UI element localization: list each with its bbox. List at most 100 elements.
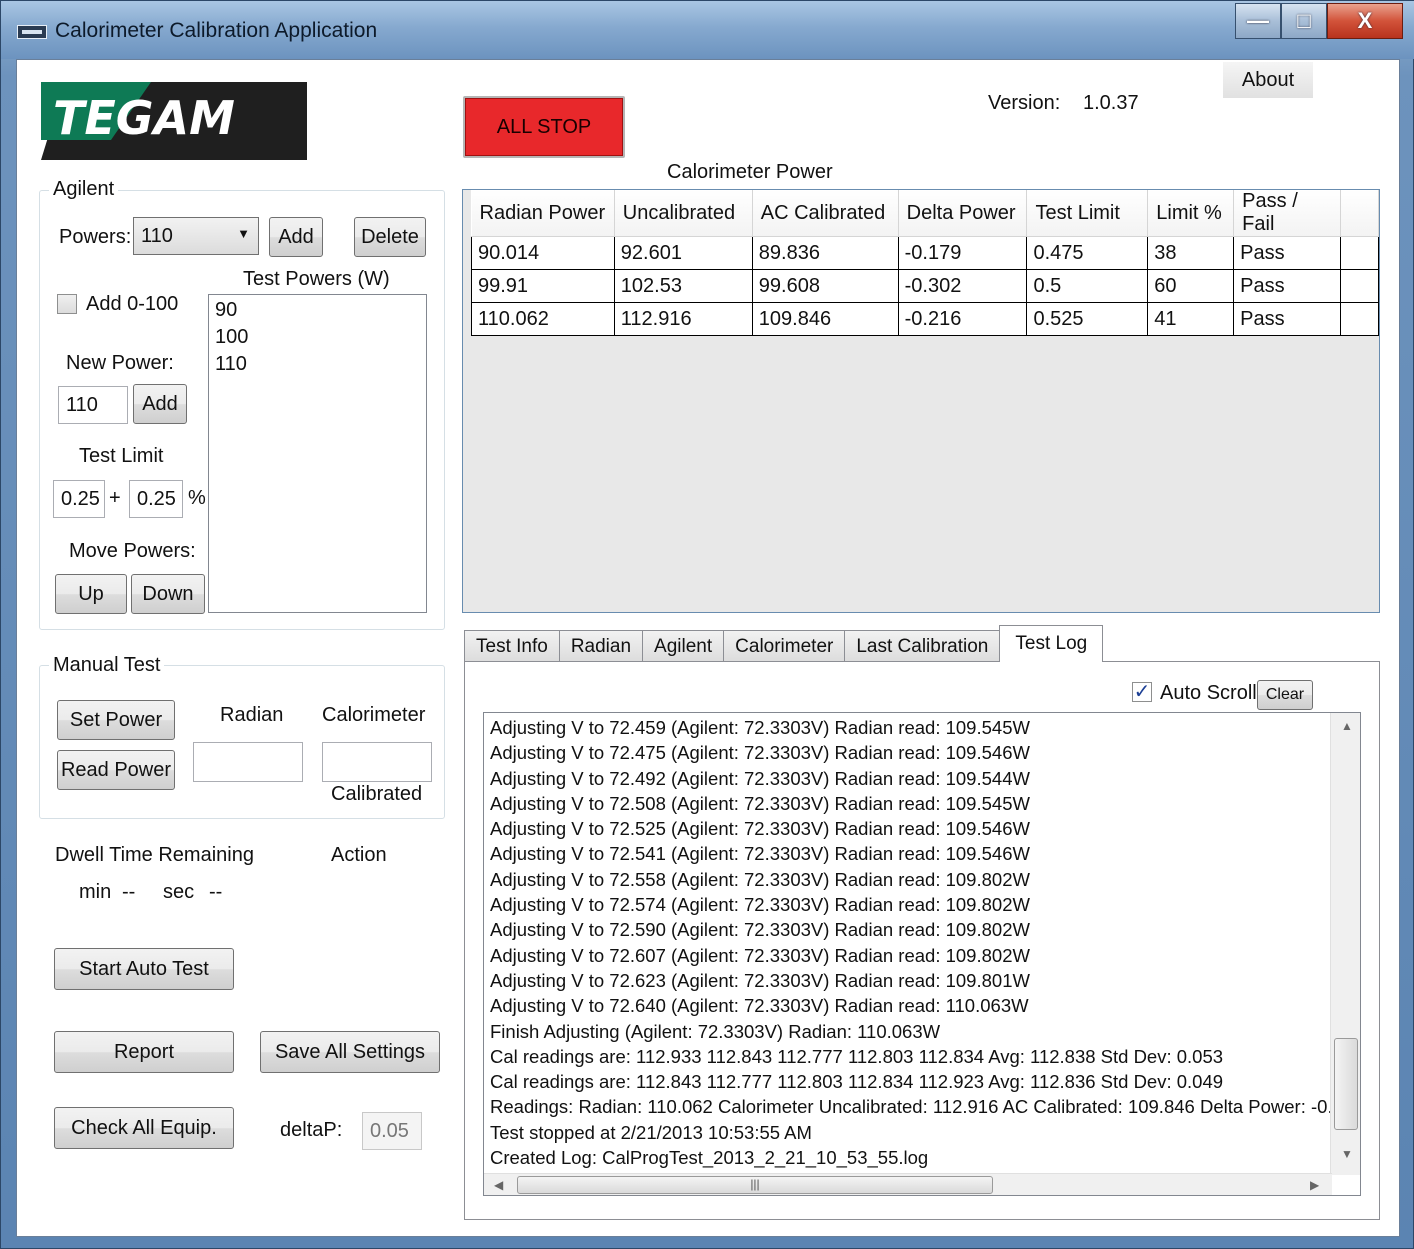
log-line: Finish Adjusting (Agilent: 72.3303V) Rad… bbox=[490, 1020, 941, 1042]
radian-label: Radian bbox=[220, 704, 284, 726]
column-header[interactable]: Test Limit bbox=[1026, 190, 1149, 237]
save-all-settings-button[interactable]: Save All Settings bbox=[260, 1031, 440, 1073]
checkmark-icon: ✓ bbox=[1133, 681, 1151, 703]
tab-test-log[interactable]: Test Log bbox=[999, 625, 1104, 662]
log-line: Readings: Radian: 110.062 Calorimeter Un… bbox=[490, 1096, 1330, 1118]
report-button[interactable]: Report bbox=[54, 1031, 234, 1073]
cell-uncalibrated[interactable]: 92.601 bbox=[613, 236, 753, 270]
plus-label: + bbox=[109, 487, 121, 509]
maximize-button[interactable]: □ bbox=[1281, 3, 1327, 39]
list-item[interactable]: 110 bbox=[215, 351, 420, 378]
move-down-button[interactable]: Down bbox=[131, 574, 205, 614]
calorimeter-reading-field[interactable] bbox=[322, 742, 432, 782]
about-button[interactable]: About bbox=[1223, 62, 1313, 98]
scroll-right-icon[interactable]: ▶ bbox=[1310, 1178, 1319, 1192]
new-power-add-button[interactable]: Add bbox=[133, 384, 187, 424]
column-header[interactable]: Delta Power bbox=[898, 190, 1028, 237]
all-stop-button[interactable]: ALL STOP bbox=[463, 96, 625, 158]
calorimeter-power-grid[interactable]: Radian Power Uncalibrated AC Calibrated … bbox=[462, 189, 1380, 613]
cell-test-limit[interactable]: 0.5 bbox=[1026, 269, 1149, 303]
tab-radian[interactable]: Radian bbox=[558, 630, 644, 662]
log-line: Adjusting V to 72.640 (Agilent: 72.3303V… bbox=[490, 995, 1029, 1017]
cell-limit-percent[interactable]: 60 bbox=[1147, 269, 1235, 303]
column-header[interactable]: Radian Power bbox=[471, 190, 615, 237]
calorimeter-power-title: Calorimeter Power bbox=[667, 161, 833, 183]
cell-uncalibrated[interactable]: 102.53 bbox=[613, 269, 753, 303]
close-button[interactable]: X bbox=[1327, 3, 1403, 39]
column-header[interactable]: AC Calibrated bbox=[752, 190, 899, 237]
cell-limit-percent[interactable]: 41 bbox=[1147, 302, 1235, 336]
cell-pass-fail[interactable]: Pass bbox=[1233, 236, 1342, 270]
cell-uncalibrated[interactable]: 112.916 bbox=[613, 302, 753, 336]
title-bar[interactable]: Calorimeter Calibration Application — □ … bbox=[1, 1, 1414, 59]
cell-delta-power[interactable]: -0.179 bbox=[897, 236, 1028, 270]
cell-radian-power[interactable]: 110.062 bbox=[471, 302, 615, 336]
list-item[interactable]: 100 bbox=[215, 324, 420, 351]
horizontal-scrollbar[interactable]: ◀ ||| ▶ bbox=[484, 1173, 1332, 1195]
version-value: 1.0.37 bbox=[1083, 92, 1139, 114]
cell-radian-power[interactable]: 90.014 bbox=[471, 236, 615, 270]
cell-pass-fail[interactable]: Pass bbox=[1233, 302, 1342, 336]
application-window: Calorimeter Calibration Application — □ … bbox=[0, 0, 1414, 1249]
powers-dropdown[interactable]: 110 ▼ bbox=[133, 217, 259, 255]
cell-ac-calibrated[interactable]: 109.846 bbox=[751, 302, 899, 336]
test-log-lines: Adjusting V to 72.459 (Agilent: 72.3303V… bbox=[490, 715, 1330, 1170]
cell-delta-power[interactable]: -0.302 bbox=[897, 269, 1028, 303]
cell-radian-power[interactable]: 99.91 bbox=[471, 269, 615, 303]
test-powers-list[interactable]: 90 100 110 bbox=[208, 294, 427, 613]
cell-delta-power[interactable]: -0.216 bbox=[897, 302, 1028, 336]
test-limit-b-input[interactable]: 0.25 bbox=[129, 480, 183, 518]
column-header-filler bbox=[1340, 190, 1379, 237]
minimize-button[interactable]: — bbox=[1235, 3, 1281, 39]
start-auto-test-button[interactable]: Start Auto Test bbox=[54, 948, 234, 990]
horizontal-scroll-thumb[interactable]: ||| bbox=[517, 1176, 993, 1194]
table-row[interactable]: 110.062 112.916 109.846 -0.216 0.525 41 … bbox=[471, 302, 1379, 336]
log-line: Created Log: CalProgTest_2013_2_21_10_53… bbox=[490, 1147, 929, 1169]
auto-scroll-checkbox[interactable]: ✓ bbox=[1132, 682, 1152, 702]
add-power-button[interactable]: Add bbox=[269, 217, 323, 257]
table-header-row: Radian Power Uncalibrated AC Calibrated … bbox=[471, 190, 1379, 237]
cell-test-limit[interactable]: 0.475 bbox=[1026, 236, 1149, 270]
new-power-label: New Power: bbox=[66, 352, 174, 374]
dwell-min-value: -- bbox=[122, 881, 136, 903]
clear-log-button[interactable]: Clear bbox=[1257, 680, 1313, 710]
cell-pass-fail[interactable]: Pass bbox=[1233, 269, 1342, 303]
scroll-left-icon[interactable]: ◀ bbox=[494, 1178, 503, 1192]
delete-power-button[interactable]: Delete bbox=[354, 217, 426, 257]
vertical-scrollbar[interactable]: ▲ ▼ bbox=[1330, 713, 1360, 1175]
new-power-input[interactable]: 110 bbox=[58, 386, 128, 424]
vertical-scroll-thumb[interactable] bbox=[1334, 1038, 1358, 1130]
tab-agilent[interactable]: Agilent bbox=[642, 630, 725, 662]
cell-test-limit[interactable]: 0.525 bbox=[1026, 302, 1149, 336]
move-up-button[interactable]: Up bbox=[55, 574, 127, 614]
window-title: Calorimeter Calibration Application bbox=[55, 19, 378, 42]
column-header[interactable]: Uncalibrated bbox=[614, 190, 753, 237]
scroll-up-icon[interactable]: ▲ bbox=[1341, 719, 1353, 733]
check-all-equip-button[interactable]: Check All Equip. bbox=[54, 1107, 234, 1149]
auto-scroll-label: Auto Scroll bbox=[1160, 682, 1257, 704]
radian-reading-field[interactable] bbox=[193, 742, 303, 782]
list-item[interactable]: 90 bbox=[215, 297, 420, 324]
log-line: Adjusting V to 72.459 (Agilent: 72.3303V… bbox=[490, 717, 1030, 738]
cell-ac-calibrated[interactable]: 99.608 bbox=[751, 269, 899, 303]
add-0-100-checkbox[interactable] bbox=[57, 294, 77, 314]
test-limit-label: Test Limit bbox=[79, 445, 164, 467]
read-power-button[interactable]: Read Power bbox=[57, 750, 175, 790]
tab-test-info[interactable]: Test Info bbox=[464, 630, 560, 662]
cell-limit-percent[interactable]: 38 bbox=[1147, 236, 1235, 270]
log-line: Cal readings are: 112.843 112.777 112.80… bbox=[490, 1071, 1224, 1093]
calibrated-label: Calibrated bbox=[331, 783, 423, 805]
table-row[interactable]: 90.014 92.601 89.836 -0.179 0.475 38 Pas… bbox=[471, 236, 1379, 270]
tab-last-calibration[interactable]: Last Calibration bbox=[844, 630, 1001, 662]
test-log-textbox[interactable]: Adjusting V to 72.459 (Agilent: 72.3303V… bbox=[483, 712, 1361, 1196]
delta-p-input[interactable]: 0.05 bbox=[362, 1112, 422, 1150]
test-powers-label: Test Powers (W) bbox=[243, 268, 390, 290]
cell-ac-calibrated[interactable]: 89.836 bbox=[751, 236, 899, 270]
table-row[interactable]: 99.91 102.53 99.608 -0.302 0.5 60 Pass bbox=[471, 269, 1379, 303]
column-header[interactable]: Limit % bbox=[1147, 190, 1235, 237]
scroll-down-icon[interactable]: ▼ bbox=[1341, 1147, 1353, 1161]
test-limit-a-input[interactable]: 0.25 bbox=[53, 480, 105, 518]
tab-calorimeter[interactable]: Calorimeter bbox=[723, 630, 846, 662]
set-power-button[interactable]: Set Power bbox=[57, 700, 175, 740]
column-header[interactable]: Pass / Fail bbox=[1233, 190, 1342, 237]
